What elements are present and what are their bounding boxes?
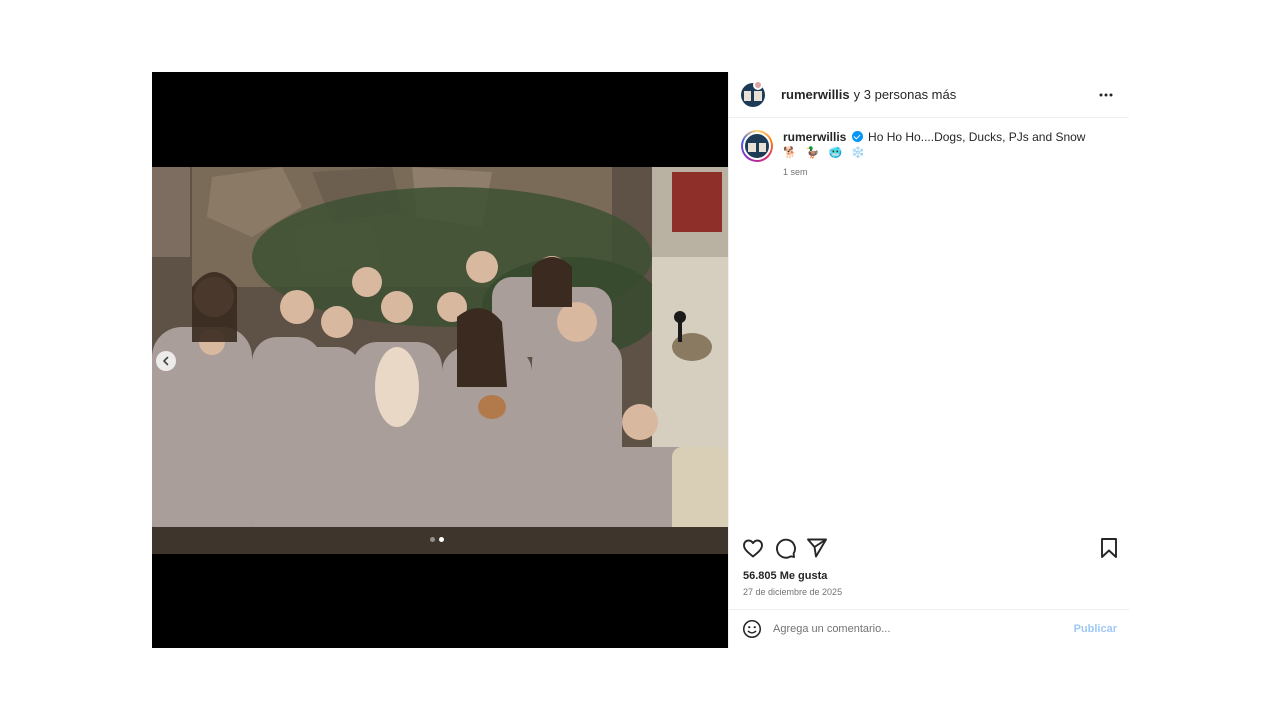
caption-body: rumerwillis Ho Ho Ho....Dogs, Ducks, PJs… (783, 130, 1085, 177)
bookmark-icon[interactable] (1097, 536, 1121, 560)
post-date[interactable]: 27 de diciembre de 2025 (743, 587, 842, 597)
more-options-button[interactable] (1097, 86, 1115, 104)
publish-button[interactable]: Publicar (1074, 623, 1117, 635)
carousel-dot-active (439, 537, 444, 542)
send-icon[interactable] (805, 536, 829, 560)
post-actions (729, 534, 1129, 562)
post-header: rumerwillis y 3 personas más (729, 72, 1129, 118)
caption-timestamp[interactable]: 1 sem (783, 167, 1085, 177)
post-photo[interactable] (152, 167, 728, 554)
carousel-prev-button[interactable] (156, 351, 176, 371)
heart-icon[interactable] (741, 536, 765, 560)
carousel-indicator (430, 537, 444, 542)
comment-bar: Publicar (729, 609, 1129, 648)
caption-emojis: 🐕 🦆 🥶 ❄️ (783, 147, 868, 159)
caption-avatar-image (743, 132, 771, 160)
caption-line: rumerwillis Ho Ho Ho....Dogs, Ducks, PJs… (783, 130, 1085, 144)
caption-username[interactable]: rumerwillis (783, 130, 846, 144)
post-caption: rumerwillis Ho Ho Ho....Dogs, Ducks, PJs… (741, 130, 1121, 177)
comment-icon[interactable] (773, 536, 797, 560)
instagram-post: rumerwillis y 3 personas más rumerwillis… (152, 72, 1129, 648)
comment-input[interactable] (773, 623, 1063, 635)
post-side-panel: rumerwillis y 3 personas más rumerwillis… (728, 72, 1129, 648)
family-photo-illustration (152, 167, 728, 554)
carousel-dot (430, 537, 435, 542)
caption-avatar[interactable] (741, 130, 773, 162)
header-username[interactable]: rumerwillis (781, 87, 850, 102)
emoji-icon[interactable] (741, 618, 763, 640)
more-horizontal-icon (1099, 93, 1113, 97)
header-coauthors[interactable]: y 3 personas más (854, 87, 957, 102)
post-media[interactable] (152, 72, 728, 648)
likes-count[interactable]: 56.805 Me gusta (743, 570, 827, 582)
verified-badge-icon (851, 131, 863, 142)
coauthor-avatar-badge (753, 80, 763, 90)
chevron-left-icon (163, 356, 169, 366)
caption-text: Ho Ho Ho....Dogs, Ducks, PJs and Snow (868, 130, 1086, 144)
